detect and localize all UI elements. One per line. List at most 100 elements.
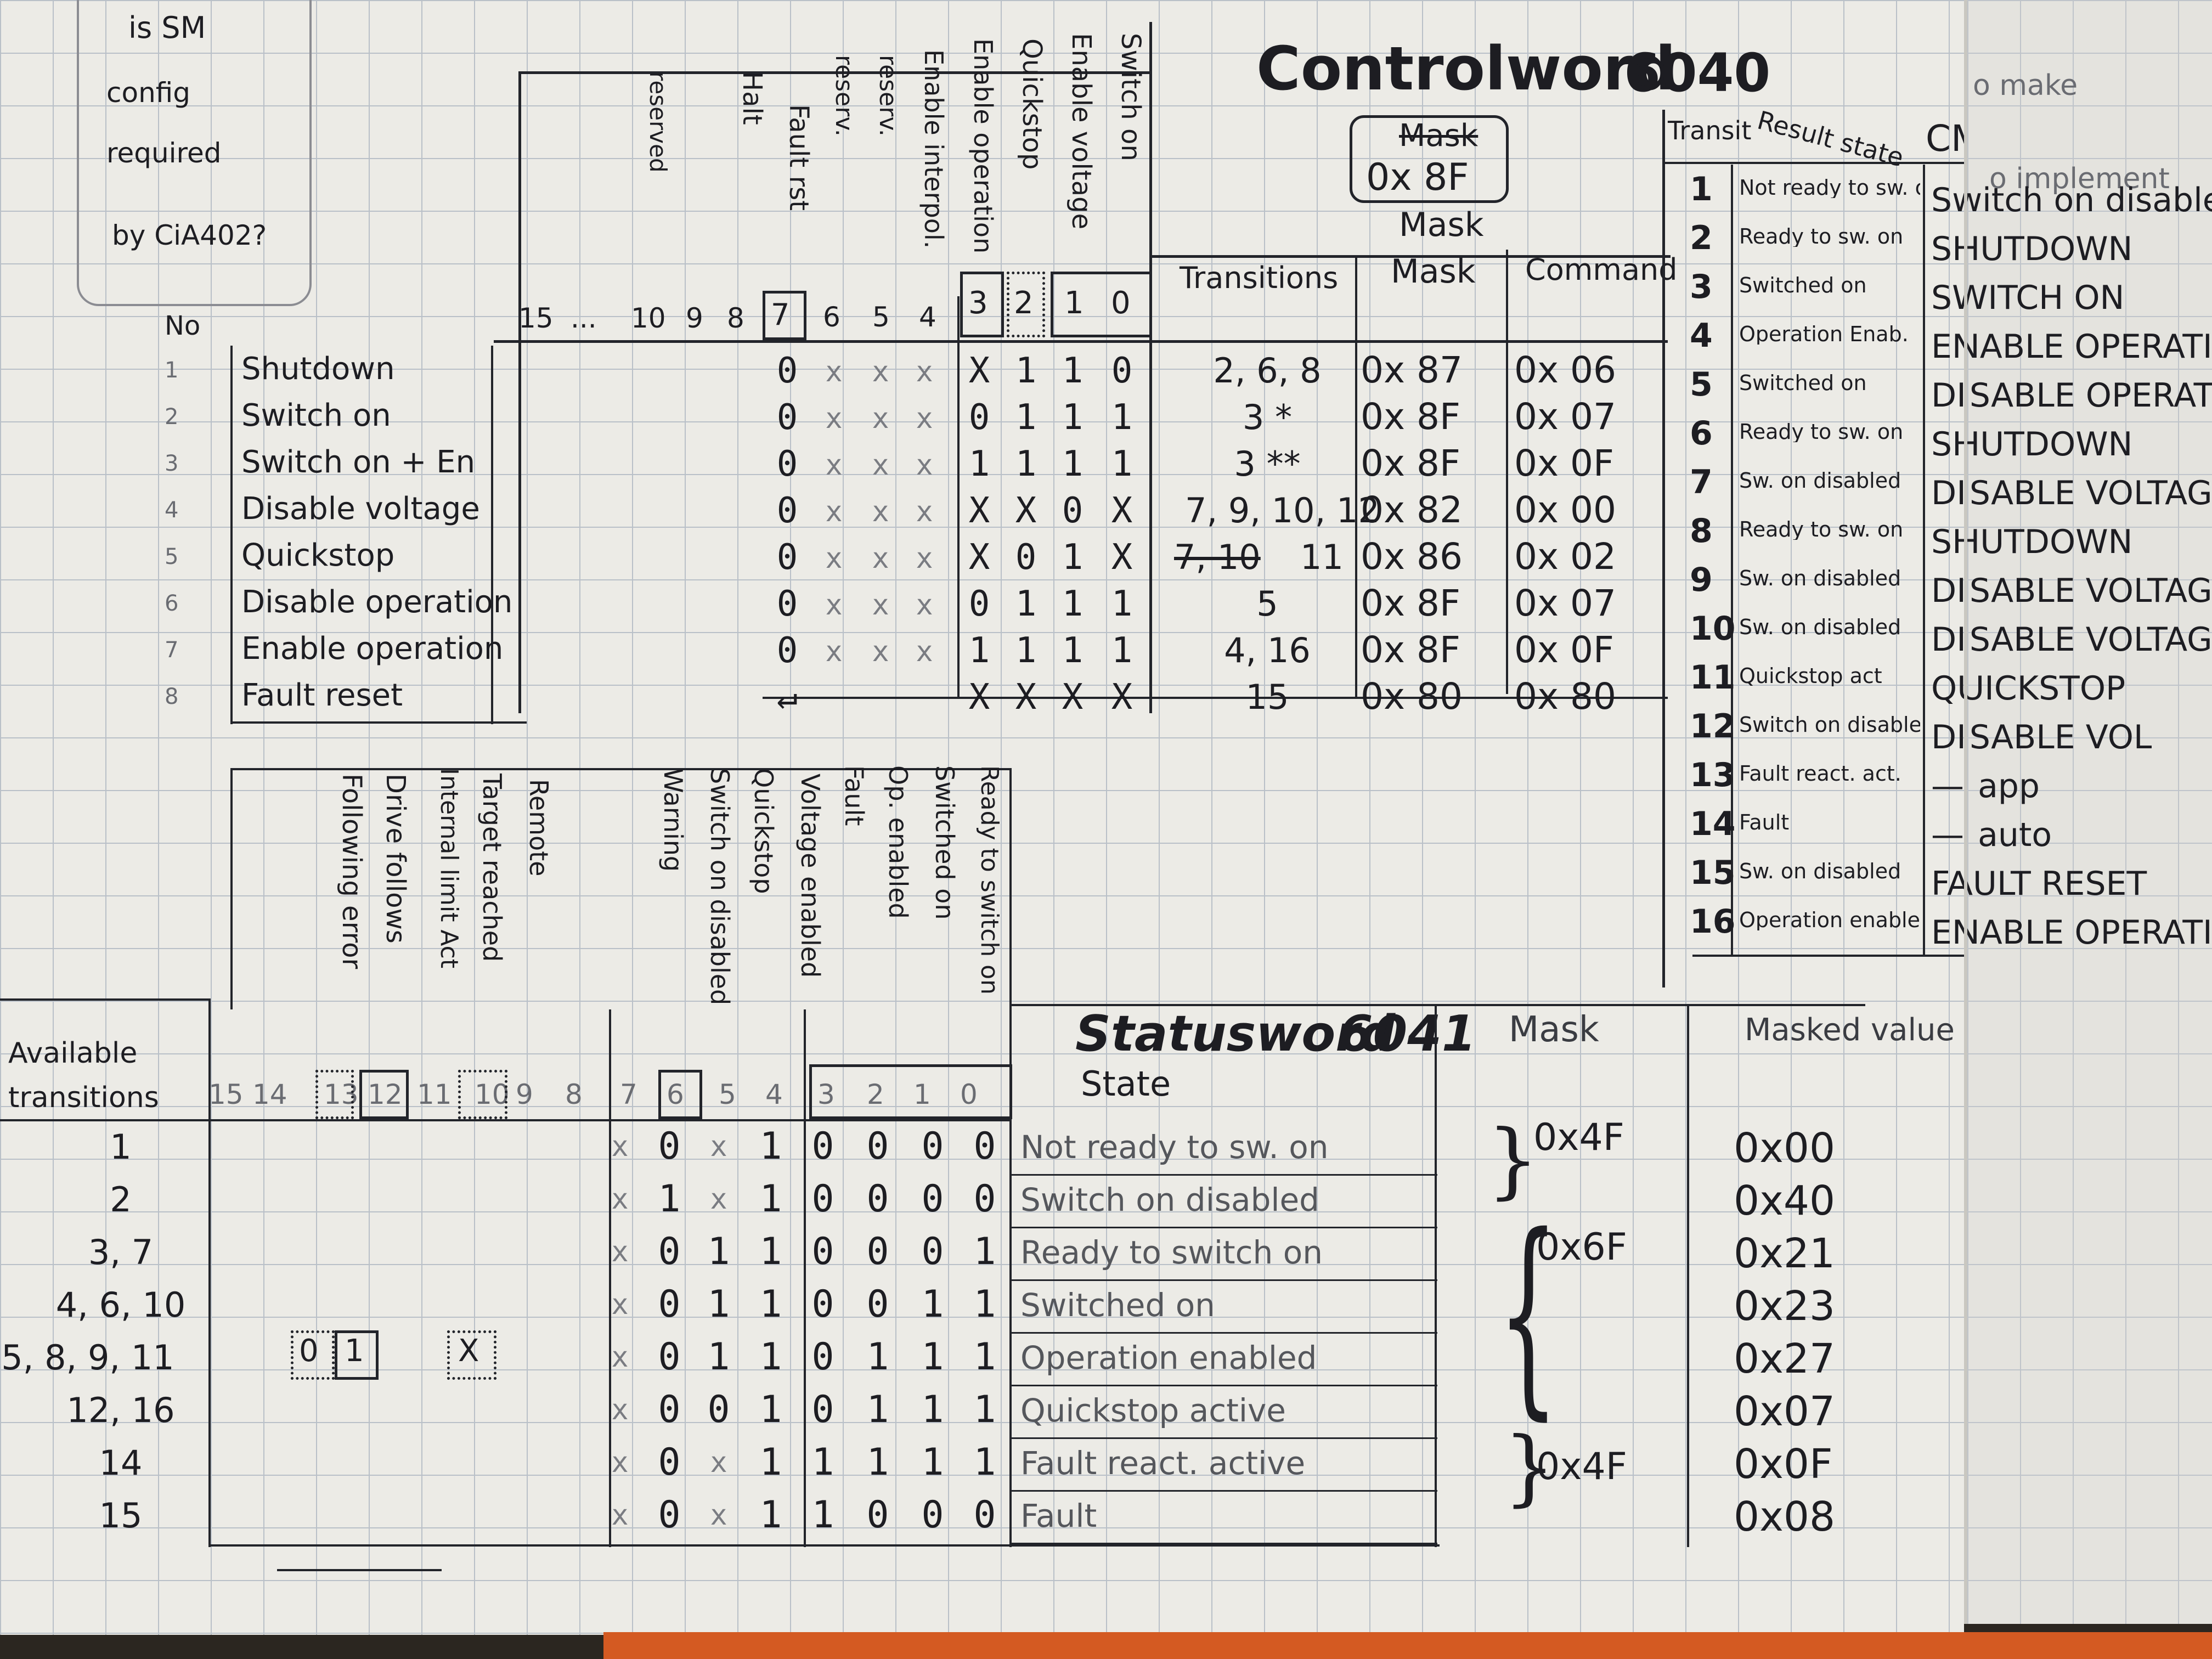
sw-state-row-line (1009, 1490, 1437, 1492)
sw-state-left (1009, 768, 1012, 1547)
sw-bit-name-2: Op. enabled (883, 765, 913, 919)
cw-row-command: 0x 0F (1514, 442, 1614, 484)
tt-row-num: 5 (1690, 365, 1713, 404)
tt-row-num: 3 (1690, 268, 1713, 306)
sw-state-row-line (1009, 1385, 1437, 1386)
cw-bit-h-8: 8 (727, 302, 744, 334)
cw-row-name: Enable operation (241, 631, 504, 667)
tt-state-sep (1923, 165, 1925, 955)
cw-bit-cell: 0 (776, 351, 798, 391)
sw-row-masked: 0x27 (1734, 1335, 1836, 1383)
cw-bit-cell: 1 (1111, 584, 1133, 624)
sw-bit-cell: 0 (658, 1283, 681, 1326)
cw-bit-cell: x (916, 542, 933, 575)
sw-bit-cell: 1 (811, 1441, 834, 1484)
tt-left-line (1662, 110, 1665, 988)
cw-bit-h-5: 5 (872, 301, 890, 333)
cw-bit-name-5: reserv. (874, 55, 902, 137)
sw-bit-cell: 1 (921, 1441, 944, 1484)
sw-bit-cell: 1 (759, 1177, 782, 1221)
cw-bit-h-0: 0 (1111, 285, 1131, 321)
cw-bit-name-8: Halt (737, 71, 768, 125)
sw-bit-cell: x (611, 1499, 629, 1532)
cw-bit-name-7: Fault rst (783, 104, 814, 211)
tt-row-state: Ready to sw. on (1739, 519, 1904, 540)
cw-col-mask: Mask (1391, 252, 1476, 291)
cw-bit-cell: x (825, 589, 843, 622)
cw-row-no: 3 (165, 451, 179, 476)
cw-bit-cell: x (916, 449, 933, 482)
sw-bit-cell: x (611, 1183, 629, 1216)
tt-row-num: 13 (1690, 756, 1736, 794)
tt-row-num: 9 (1690, 561, 1713, 599)
cw-row-transitions-struck: 7, 10 (1174, 537, 1261, 577)
cw-bit-cell: 1 (1062, 584, 1084, 624)
tt-row-cmd: SWITCH ON (1931, 279, 1964, 317)
tt-row-num: 11 (1690, 658, 1736, 697)
sw-bit-cell: 0 (707, 1388, 730, 1431)
cw-bit-name-2: Quickstop (1017, 38, 1047, 170)
cw-row-no: 6 (165, 591, 179, 616)
tt-row-cmd: — app (1931, 767, 1964, 805)
cw-name-box-left (230, 346, 233, 724)
tt-row-state: Sw. on disabled (1739, 617, 1901, 637)
sw-bit-name-9: Remote (524, 779, 554, 877)
sw-bit-cell: x (611, 1130, 629, 1163)
sw-bit-name-3: Fault (839, 765, 869, 826)
sw-bit-cell: 1 (707, 1335, 730, 1379)
tt-row-cmd: SHUTDOWN (1931, 230, 1964, 268)
cw-bit-cell: X (968, 351, 990, 391)
sw-row-masked: 0x08 (1734, 1493, 1836, 1541)
cw-bit-cell: 1 (1111, 397, 1133, 438)
tt-row-cmd: FAULT RESET (1931, 865, 1964, 903)
cw-bit-cell: 0 (968, 397, 990, 438)
tt-row-cmd: ENABLE OPERATION (1931, 328, 1964, 366)
sw-row-state: Operation enabled (1020, 1339, 1317, 1376)
sw-bit-name-4: Voltage enabled (795, 774, 825, 978)
cw-row-no: 5 (165, 544, 179, 569)
cw-bit-cell: x (916, 589, 933, 622)
rp-cmd: DISABLE VOL (1967, 718, 2152, 757)
cw-bit-cell: X (1015, 490, 1037, 531)
cw-bit-h-10: 10 (631, 302, 666, 334)
cw-row-transitions: 5 (1256, 584, 1278, 624)
tt-row-cmd: SHUTDOWN (1931, 425, 1964, 464)
sw-bit-cell: x (611, 1341, 629, 1374)
sw-bit-cell: 0 (921, 1177, 944, 1221)
sw-bit-cell: x (611, 1288, 629, 1321)
cw-row-name: Shutdown (241, 351, 395, 387)
sw-bit-cell: 0 (973, 1493, 996, 1537)
rp-cmd: — app (1967, 767, 2040, 805)
sw-bit-name-7: Warning (658, 768, 688, 872)
sw-bit-cell: x (611, 1446, 629, 1479)
rp-cmd: ENABLE OPERATION (1967, 328, 2212, 366)
tt-row-state: Operation Enab. (1739, 324, 1909, 345)
sw-bit-cell: 1 (658, 1177, 681, 1221)
sw-bit-name-11: Internal limit Act (435, 768, 463, 969)
sw-bit-h-cell: 4 (765, 1079, 783, 1110)
tt-row-cmd: SHUTDOWN (1931, 523, 1964, 561)
sw-bit-cell: 1 (973, 1335, 996, 1379)
cw-bit-cell: X (968, 490, 990, 531)
cw-bit-name-6: reserv. (830, 55, 858, 137)
cw-row-transitions: 15 (1245, 677, 1289, 717)
sw-bit-name-0: Ready to switch on (975, 765, 1003, 995)
cw-bit-cell: x (825, 635, 843, 668)
sw-bit-cell: 0 (811, 1230, 834, 1273)
cw-bit-h-7: 7 (771, 297, 790, 332)
sw-mask-right (1687, 1004, 1689, 1547)
sw-bit-cell: 0 (921, 1230, 944, 1273)
cw-row-mask: 0x 8F (1361, 396, 1460, 438)
note-line-1: is SM (128, 10, 206, 45)
sw-bit-name-10: Target reached (477, 774, 507, 962)
cw-row-mask: 0x 8F (1361, 629, 1460, 671)
cw-row-command: 0x 07 (1514, 396, 1617, 438)
sw-title-top (1009, 1004, 1865, 1006)
rp-cmd: SHUTDOWN (1967, 523, 2133, 561)
tt-row-state: Operation enabled (1739, 910, 1920, 930)
corner-note: is SM config required by CiA402? (77, 0, 312, 306)
mask-note-value: 0x 8F (1366, 156, 1469, 199)
tt-row-state: Sw. on disabled (1739, 861, 1901, 882)
sw-row-masked: 0x0F (1734, 1441, 1833, 1488)
tt-row-state: Sw. on disabled (1739, 470, 1901, 491)
